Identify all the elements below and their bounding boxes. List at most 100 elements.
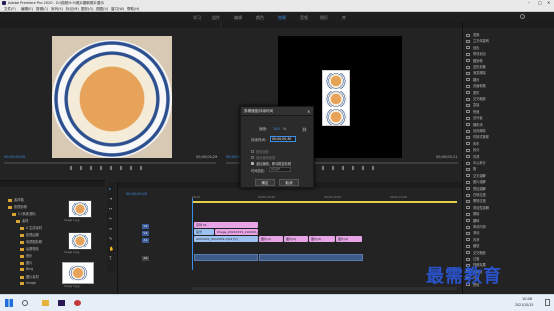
playhead[interactable] — [192, 198, 193, 270]
effect-item[interactable]: 时钟式擦除 — [466, 134, 489, 139]
effect-item[interactable]: 推 — [466, 166, 476, 171]
effect-item[interactable]: 带状内滑 — [466, 224, 486, 229]
effect-item[interactable]: 菱形 — [466, 90, 479, 95]
effect-item[interactable]: 随机块 — [466, 122, 483, 127]
speed-value[interactable]: 100 — [273, 127, 280, 131]
project-tree-item[interactable]: C:\系统\照片 — [12, 211, 36, 216]
track-v1-label[interactable]: V1 — [142, 231, 149, 236]
ok-button[interactable]: 确定 — [255, 179, 275, 186]
media-thumbnail[interactable] — [68, 200, 92, 218]
effect-item[interactable]: 叠加溶解 — [466, 186, 486, 191]
project-tree-item[interactable]: Bing — [20, 267, 33, 271]
source-timecode-left[interactable]: 00;00;00;00 — [4, 155, 25, 159]
notification-icon[interactable] — [545, 299, 550, 306]
effect-item[interactable]: 擦除 — [466, 211, 479, 216]
pen-tool-icon[interactable]: ✎ — [109, 236, 112, 241]
workspace-libraries[interactable]: 库 — [342, 15, 346, 21]
effect-item[interactable]: 黑场过渡 — [466, 198, 486, 203]
ripple-checkbox[interactable] — [251, 162, 254, 165]
media-thumbnail-selected[interactable] — [62, 262, 94, 284]
effect-item[interactable]: 胶片溶解 — [466, 179, 486, 184]
search-taskbar-icon[interactable] — [22, 300, 28, 306]
effect-item[interactable]: 划出 — [466, 45, 479, 50]
project-tree-item[interactable]: 电视剧剪辑 — [20, 239, 42, 244]
effect-item[interactable]: 页面剥落 — [466, 83, 486, 88]
timeline-scrollbar[interactable] — [192, 287, 457, 290]
effect-item[interactable]: 缩放 — [466, 243, 479, 248]
track-select-tool-icon[interactable]: ⇥ — [109, 196, 112, 201]
source-scrubber[interactable] — [4, 162, 216, 164]
effect-item[interactable]: 风车 — [466, 141, 479, 146]
effect-item[interactable]: 内滑 — [466, 237, 479, 242]
track-v2-label[interactable]: V2 — [142, 224, 149, 229]
timeline-clip[interactable]: 宜光 — [194, 229, 214, 235]
effect-item[interactable]: 中心拆分 — [466, 160, 486, 165]
project-tree-item[interactable]: 影视剪辑 — [8, 204, 27, 209]
timeline-clip[interactable]: 图片(2) — [284, 236, 308, 242]
timeline-timecode[interactable]: 00;00;00;00 — [126, 192, 147, 196]
reverse-checkbox[interactable] — [251, 150, 254, 153]
effect-item[interactable]: 翻页 — [466, 77, 479, 82]
media-thumbnail[interactable] — [68, 232, 92, 250]
work-area-bar[interactable] — [192, 201, 457, 203]
keep-pitch-checkbox[interactable] — [251, 156, 254, 159]
workspace-color[interactable]: 颜色 — [256, 15, 264, 21]
audio-clip[interactable] — [194, 254, 258, 261]
timeline-clip[interactable]: AVC2021_0912001.mp4 [V] — [194, 236, 258, 242]
explorer-icon[interactable] — [42, 300, 49, 306]
app-taskbar-icon[interactable] — [74, 300, 81, 306]
effect-item[interactable]: 快速 — [466, 109, 479, 114]
premiere-taskbar-icon[interactable] — [58, 300, 65, 306]
project-tree-item[interactable]: 影视后期 — [20, 232, 39, 237]
effect-item[interactable]: 立方体旋转 — [466, 38, 489, 43]
timeline-clip[interactable]: 图片(1) — [259, 236, 283, 242]
ripple-edit-tool-icon[interactable]: ↔ — [109, 206, 112, 211]
timeline-clip[interactable]: 图片(3) — [309, 236, 335, 242]
effect-item[interactable]: 急摇 — [466, 102, 479, 107]
workspace-assembly[interactable]: 组件 — [212, 15, 220, 21]
effect-item[interactable]: 内滑 — [466, 154, 479, 159]
workspace-audio[interactable]: 音频 — [300, 15, 308, 21]
effect-item[interactable]: 变换 — [466, 32, 479, 37]
effect-item[interactable]: 带状划出 — [466, 51, 486, 56]
workspace-learn[interactable]: 学习 — [193, 15, 201, 21]
timeline-clip[interactable]: 序列 01 — [194, 222, 258, 228]
timeline-clip[interactable]: 图片(4) — [336, 236, 362, 242]
type-tool-icon[interactable]: T — [109, 256, 111, 261]
timeline-clip[interactable]: Image_20210315_101200.jpg — [215, 229, 258, 235]
razor-tool-icon[interactable]: ✂ — [109, 216, 112, 221]
duration-value[interactable]: 00;00;00;30 — [272, 137, 291, 141]
effect-item[interactable]: 交叉缩放 — [466, 96, 486, 101]
audio-clip[interactable] — [259, 254, 363, 261]
dialog-close-icon[interactable]: ✕ — [307, 108, 310, 115]
project-tree-item[interactable]: 图片 — [20, 260, 32, 265]
effect-item[interactable]: 交叉缩放 — [466, 250, 486, 255]
effect-item[interactable]: 百叶窗 — [466, 115, 483, 120]
program-transport-controls[interactable] — [302, 166, 382, 170]
track-a2-label[interactable]: A2 — [142, 256, 149, 261]
project-tree-item[interactable]: 后期特效 — [20, 246, 39, 251]
effect-item[interactable]: 白场过渡 — [466, 192, 486, 197]
workspace-editing[interactable]: 编辑 — [234, 15, 242, 21]
interpolation-value[interactable]: 帧采样 — [271, 167, 280, 171]
selection-tool-icon[interactable]: ▸ — [109, 186, 111, 191]
project-tree-item[interactable]: Image — [20, 281, 36, 285]
effect-item[interactable]: 盒形划像 — [466, 64, 486, 69]
link-icon[interactable]: ⛓ — [302, 127, 307, 132]
effect-item[interactable]: 翻转 — [466, 218, 479, 223]
start-icon[interactable] — [5, 299, 13, 307]
project-tree-item[interactable]: 音乐 — [20, 253, 32, 258]
effect-item[interactable]: 圆划像 — [466, 58, 483, 63]
project-tree-item[interactable]: 素材箱 — [8, 197, 24, 202]
track-a1-label[interactable]: A1 — [142, 238, 149, 243]
effect-item[interactable]: 过渡 — [466, 256, 479, 261]
search-icon[interactable] — [520, 14, 525, 19]
project-tree-item[interactable]: A 生成素材 — [20, 225, 42, 230]
project-tree-item[interactable]: 图片素材 — [20, 274, 39, 279]
effect-item[interactable]: 渐变擦除 — [466, 70, 486, 75]
slip-tool-icon[interactable]: ⇔ — [109, 226, 112, 231]
effect-item[interactable]: 径向擦除 — [466, 128, 486, 133]
effect-item[interactable]: 拆分 — [466, 147, 479, 152]
cancel-button[interactable]: 取消 — [279, 179, 299, 186]
effect-item[interactable]: 交叉溶解 — [466, 173, 486, 178]
